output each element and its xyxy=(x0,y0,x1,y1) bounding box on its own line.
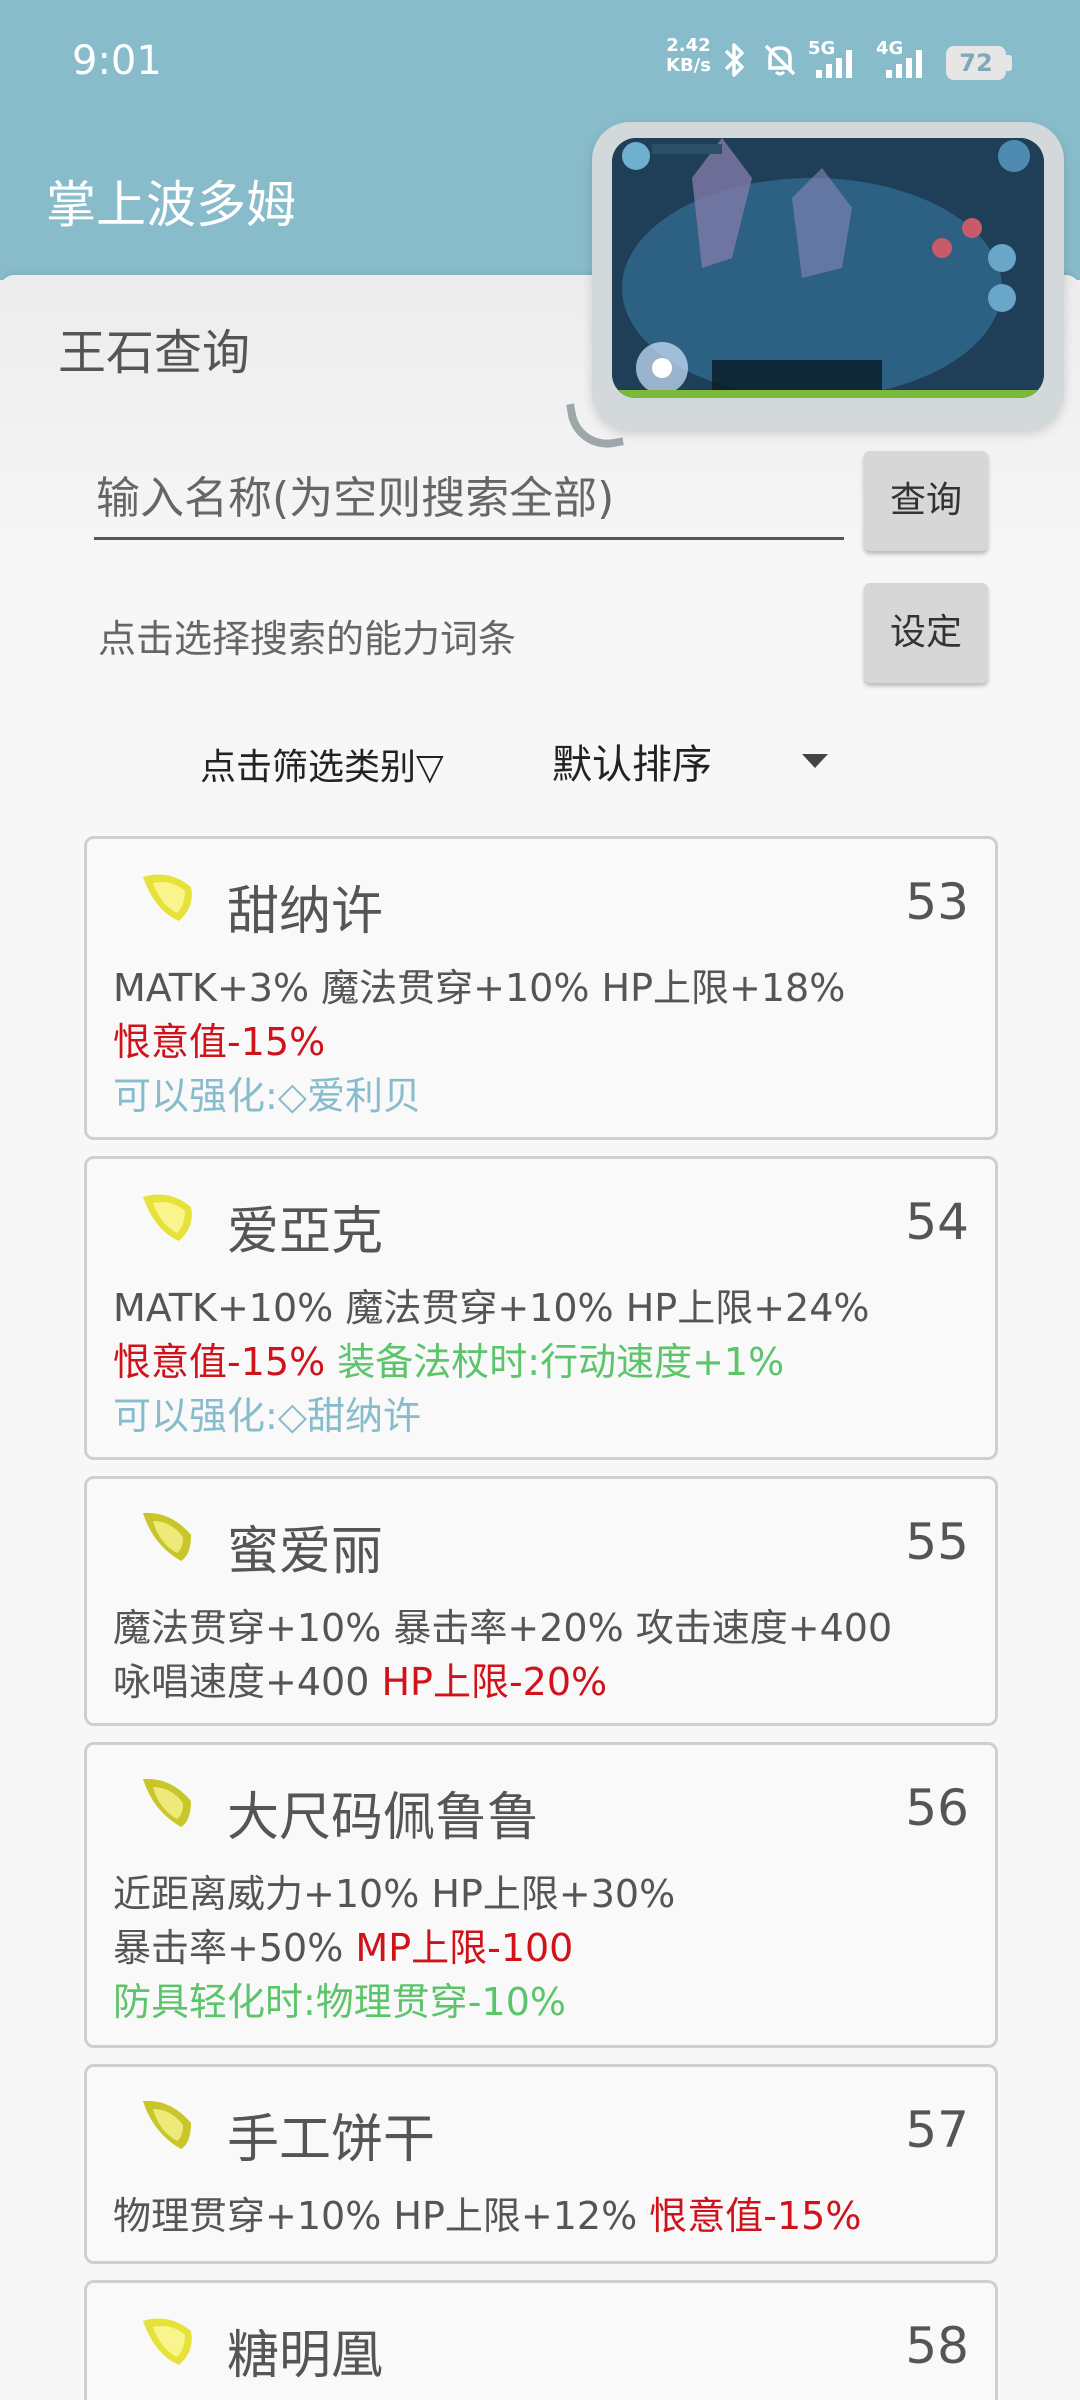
yellow-gem-icon xyxy=(143,1778,191,1827)
card-name: 手工饼干 xyxy=(227,2110,436,2170)
net-speed: 2.42 KB/s xyxy=(666,35,711,76)
yellow-gem-icon xyxy=(143,2318,192,2365)
floating-video-window[interactable] xyxy=(592,122,1064,430)
card-line: 防具轻化时:物理贯穿-10% xyxy=(113,1980,566,2024)
result-card[interactable]: 手工饼干 57 物理贯穿+10% HP上限+12% 恨意值-15% xyxy=(84,2064,998,2264)
card-line: 物理贯穿+10% HP上限+12% 恨意值-15% xyxy=(113,2194,862,2238)
card-name: 甜纳许 xyxy=(227,882,384,942)
result-card[interactable]: 大尺码佩鲁鲁 56 近距离威力+10% HP上限+30% 暴击率+50% MP上… xyxy=(84,1742,998,2048)
yellow-gem-icon xyxy=(143,874,192,921)
yellow-gem-icon xyxy=(143,1194,192,1241)
yellow-gem-icon xyxy=(143,1512,191,1561)
card-line: MATK+10% 魔法贯穿+10% HP上限+24% xyxy=(113,1286,870,1330)
search-input[interactable] xyxy=(94,460,844,540)
yellow-gem-icon xyxy=(143,2100,191,2149)
card-number: 53 xyxy=(905,873,969,931)
category-filter[interactable]: 点击筛选类别▽ xyxy=(200,738,444,790)
signal-4g-icon xyxy=(886,50,922,78)
result-card[interactable]: 糖明凰 58 xyxy=(84,2280,998,2400)
caret-down-icon[interactable] xyxy=(802,754,828,768)
card-line: 魔法贯穿+10% 暴击率+20% 攻击速度+400 xyxy=(113,1606,893,1650)
bluetooth-icon xyxy=(724,43,744,77)
battery-tip xyxy=(1006,55,1012,71)
card-line: 恨意值-15% 装备法杖时:行动速度+1% xyxy=(113,1340,785,1384)
result-card[interactable]: 爱亞克 54 MATK+10% 魔法贯穿+10% HP上限+24% 恨意值-15… xyxy=(84,1156,998,1460)
section-title: 王石查询 xyxy=(58,325,251,381)
query-button[interactable]: 查询 xyxy=(864,451,988,551)
battery-indicator: 72 xyxy=(946,46,1006,80)
app-title: 掌上波多姆 xyxy=(46,176,296,234)
card-number: 56 xyxy=(905,1779,969,1837)
card-line: 咏唱速度+400 HP上限-20% xyxy=(113,1660,608,1704)
card-number: 54 xyxy=(905,1193,969,1251)
card-name: 糖明凰 xyxy=(227,2326,384,2386)
card-number: 57 xyxy=(905,2101,969,2159)
ability-hint[interactable]: 点击选择搜索的能力词条 xyxy=(98,608,516,663)
game-video-frame[interactable] xyxy=(612,138,1044,398)
card-number: 58 xyxy=(905,2317,969,2375)
card-line: 恨意值-15% xyxy=(113,1020,326,1064)
card-line: 暴击率+50% MP上限-100 xyxy=(113,1926,574,1970)
signal-5g-icon xyxy=(816,50,852,78)
card-name: 蜜爱丽 xyxy=(227,1522,384,1582)
sort-select[interactable]: 默认排序 xyxy=(552,732,712,790)
card-line: 可以强化:◇爱利贝 xyxy=(113,1074,422,1118)
muted-bell-icon xyxy=(764,44,796,76)
game-scene-image xyxy=(612,138,1044,398)
card-name: 大尺码佩鲁鲁 xyxy=(227,1788,540,1848)
card-number: 55 xyxy=(905,1513,969,1571)
status-time: 9:01 xyxy=(72,38,162,84)
result-card[interactable]: 蜜爱丽 55 魔法贯穿+10% 暴击率+20% 攻击速度+400 咏唱速度+40… xyxy=(84,1476,998,1726)
card-line: MATK+3% 魔法贯穿+10% HP上限+18% xyxy=(113,966,846,1010)
status-bar: 9:01 2.42 KB/s 5G 4G 72 xyxy=(0,0,1080,120)
card-name: 爱亞克 xyxy=(227,1202,384,1262)
card-line: 可以强化:◇甜纳许 xyxy=(113,1394,422,1438)
set-button[interactable]: 设定 xyxy=(864,583,988,683)
result-card[interactable]: 甜纳许 53 MATK+3% 魔法贯穿+10% HP上限+18% 恨意值-15%… xyxy=(84,836,998,1140)
card-line: 近距离威力+10% HP上限+30% xyxy=(113,1872,676,1916)
